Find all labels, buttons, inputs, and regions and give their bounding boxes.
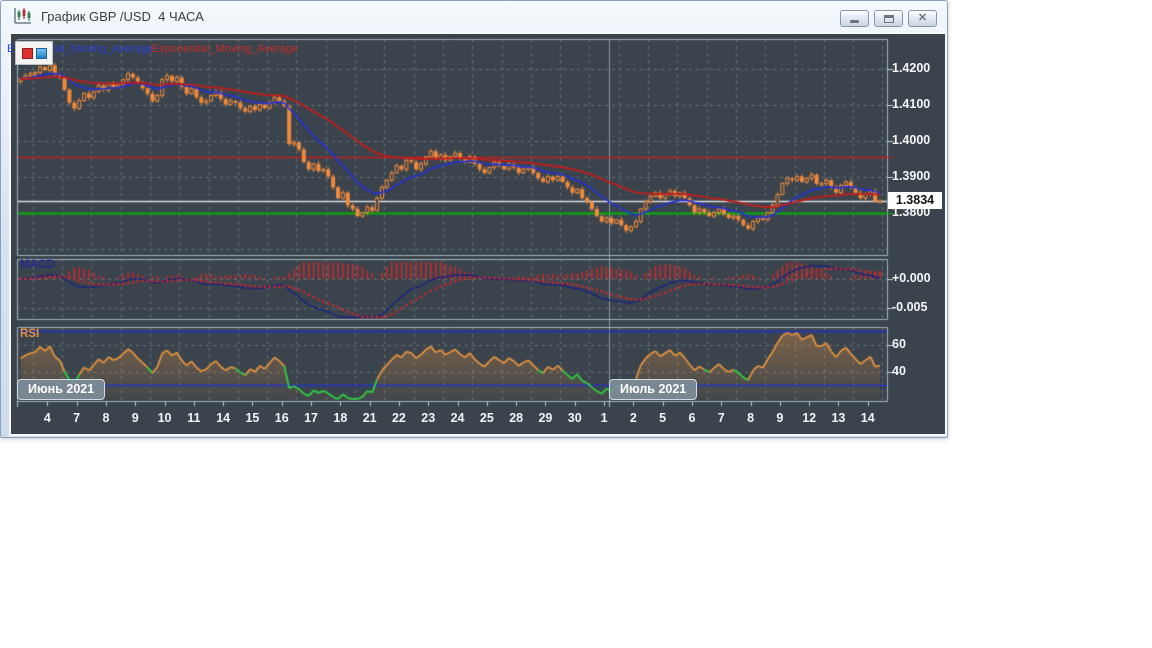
time-axis-day-label: 25 — [479, 411, 494, 425]
rsi-panel-title: RSI — [20, 328, 40, 340]
window-title: График GBP /USD 4 ЧАСА — [41, 8, 204, 24]
time-axis-day-label: 5 — [659, 411, 667, 425]
time-axis-day-label: 16 — [274, 411, 289, 425]
rsi-axis-label: 40 — [892, 364, 906, 378]
maximize-icon — [883, 14, 894, 23]
time-axis-day-label: 1 — [600, 411, 608, 425]
month-badge: Июнь 2021 — [17, 379, 106, 400]
time-axis-day-label: 30 — [567, 411, 582, 425]
time-axis-day-label: 17 — [304, 411, 318, 425]
time-axis-day-label: 2 — [629, 411, 637, 425]
macd-panel-title: MACD — [20, 259, 55, 271]
time-axis-day-label: 15 — [245, 411, 260, 425]
window-controls: ✕ — [840, 10, 937, 27]
ema-slow-series-label: Exponential_Moving_Average — [152, 43, 298, 55]
minimize-icon — [850, 20, 859, 23]
title-bar[interactable]: График GBP /USD 4 ЧАСА ✕ — [1, 1, 947, 31]
time-axis-day-label: 23 — [421, 411, 436, 425]
time-axis-day-label: 12 — [802, 411, 817, 425]
time-axis-day-label: 22 — [391, 411, 406, 425]
time-axis-day-label: 21 — [362, 411, 377, 425]
close-button[interactable]: ✕ — [908, 10, 937, 27]
price-axis-label: 1.3900 — [892, 168, 931, 183]
chart-surface[interactable] — [9, 32, 947, 436]
current-price-badge: 1.3834 — [888, 192, 942, 209]
chart-window: График GBP /USD 4 ЧАСА ✕ Exponential_Mov… — [0, 0, 949, 439]
price-axis-label: 1.4000 — [892, 132, 931, 147]
time-axis-day-label: 28 — [509, 411, 524, 425]
price-axis-label: 1.4200 — [892, 60, 931, 75]
time-axis-day-label: 9 — [131, 411, 139, 425]
time-axis-day-label: 11 — [187, 411, 201, 425]
time-axis-day-label: 14 — [860, 411, 875, 425]
time-axis-day-label: 9 — [776, 411, 784, 425]
candlestick-chart-icon — [14, 8, 31, 24]
month-badge: Июль 2021 — [609, 379, 698, 400]
time-axis-day-label: 4 — [43, 411, 51, 425]
time-axis-day-label: 24 — [450, 411, 465, 425]
time-axis-day-label: 8 — [102, 411, 110, 425]
close-icon: ✕ — [917, 12, 928, 24]
time-axis-day-label: 7 — [73, 411, 81, 425]
time-axis-day-label: 6 — [688, 411, 696, 425]
time-axis-day-label: 14 — [216, 411, 231, 425]
maximize-button[interactable] — [874, 10, 903, 27]
time-axis-day-label: 13 — [831, 411, 846, 425]
macd-axis-label: -0.005 — [892, 300, 928, 314]
time-axis-day-label: 10 — [157, 411, 172, 425]
time-axis-day-label: 8 — [747, 411, 755, 425]
time-axis-day-label: 29 — [538, 411, 553, 425]
time-axis-day-label: 18 — [333, 411, 348, 425]
minimize-button[interactable] — [840, 10, 869, 27]
blue-series-swatch-icon — [35, 47, 47, 59]
price-axis-label: 1.4100 — [892, 96, 931, 111]
rsi-axis-label: 60 — [892, 337, 906, 351]
legend-chip[interactable] — [15, 41, 53, 65]
red-series-swatch-icon — [21, 47, 33, 59]
macd-axis-label: +0.000 — [892, 271, 931, 285]
desktop: График GBP /USD 4 ЧАСА ✕ Exponential_Mov… — [0, 0, 1152, 648]
time-axis-day-label: 7 — [717, 411, 725, 425]
